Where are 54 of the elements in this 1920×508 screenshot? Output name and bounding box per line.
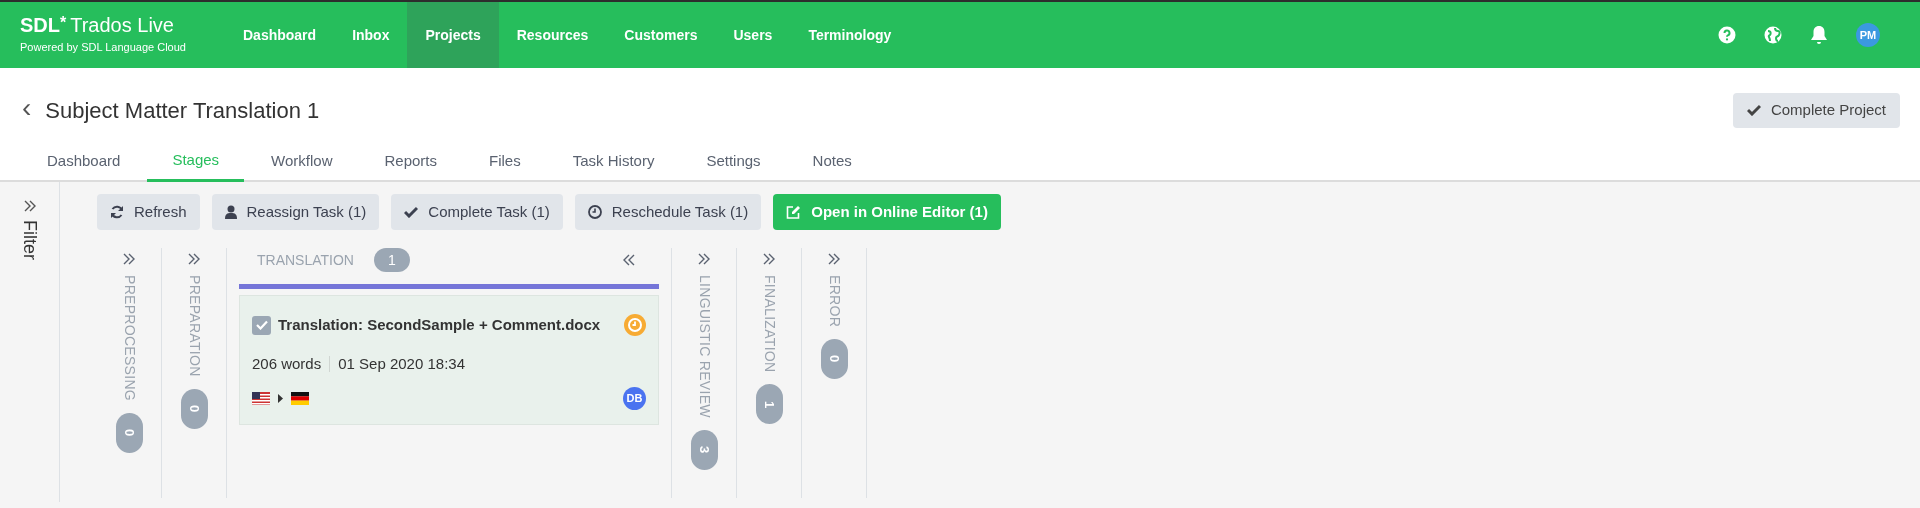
expand-icon[interactable]	[123, 253, 135, 265]
complete-project-button[interactable]: Complete Project	[1732, 92, 1900, 128]
back-button[interactable]: ‹	[22, 94, 32, 122]
stage-name: LINGUISTIC REVIEW	[695, 275, 714, 418]
flag-icon	[291, 392, 309, 405]
user-icon	[224, 205, 237, 219]
tab[interactable]: Task History	[547, 142, 680, 180]
task-title[interactable]: Translation: SecondSample + Comment.docx	[278, 314, 601, 337]
refresh-icon	[110, 205, 124, 219]
tab[interactable]: Workflow	[246, 142, 358, 180]
stage-name: TRANSLATION	[257, 250, 354, 270]
count-badge: 3	[690, 429, 718, 470]
logo-tagline: Powered by SDL Language Cloud	[20, 39, 187, 55]
count-badge: 0	[820, 339, 848, 380]
expand-icon[interactable]	[763, 253, 775, 265]
stage-name: PREPROCESSING	[120, 275, 139, 402]
filter-toggle[interactable]: Filter	[16, 220, 43, 260]
tab[interactable]: Files	[464, 142, 546, 180]
tab[interactable]: Reports	[359, 142, 463, 180]
logo-mark: *	[60, 14, 67, 31]
logo-product: Trados Live	[70, 14, 174, 35]
toolbar-button[interactable]: Refresh	[97, 194, 200, 230]
logo-brand: SDL	[20, 14, 60, 35]
arrow-right-icon	[278, 394, 283, 403]
stage-name: ERROR	[825, 275, 844, 328]
count-badge: 0	[180, 388, 208, 429]
expand-icon[interactable]	[698, 253, 710, 265]
task-checkbox[interactable]	[252, 315, 271, 335]
check-icon	[255, 320, 268, 331]
tab[interactable]: Notes	[787, 142, 877, 180]
expand-icon[interactable]	[23, 200, 36, 212]
edit-icon	[786, 205, 802, 219]
toolbar-button[interactable]: Reschedule Task (1)	[574, 194, 762, 230]
count-badge: 1	[374, 248, 410, 272]
count-badge: 1	[755, 384, 783, 425]
stage-name: PREPARATION	[185, 275, 204, 377]
expand-icon[interactable]	[828, 253, 840, 265]
due-date: 01 Sep 2020 18:34	[338, 353, 465, 374]
tab[interactable]: Settings	[681, 142, 786, 180]
expand-icon[interactable]	[188, 253, 200, 265]
tab[interactable]: Dashboard	[22, 142, 146, 180]
check-icon	[1746, 104, 1761, 116]
project-title: Subject Matter Translation 1	[45, 96, 320, 125]
flag-icon	[252, 392, 270, 405]
check-icon	[404, 206, 419, 218]
assignee-avatar[interactable]: DB	[623, 387, 646, 410]
stage-name: FINALIZATION	[760, 275, 779, 373]
collapse-icon[interactable]	[623, 254, 635, 266]
count-badge: 0	[115, 413, 143, 454]
toolbar-button[interactable]: Reassign Task (1)	[211, 194, 380, 230]
word-count: 206 words	[252, 353, 322, 374]
clock-icon	[587, 205, 602, 219]
due-clock-icon	[624, 314, 646, 337]
toolbar-button[interactable]: Complete Task (1)	[391, 194, 563, 230]
